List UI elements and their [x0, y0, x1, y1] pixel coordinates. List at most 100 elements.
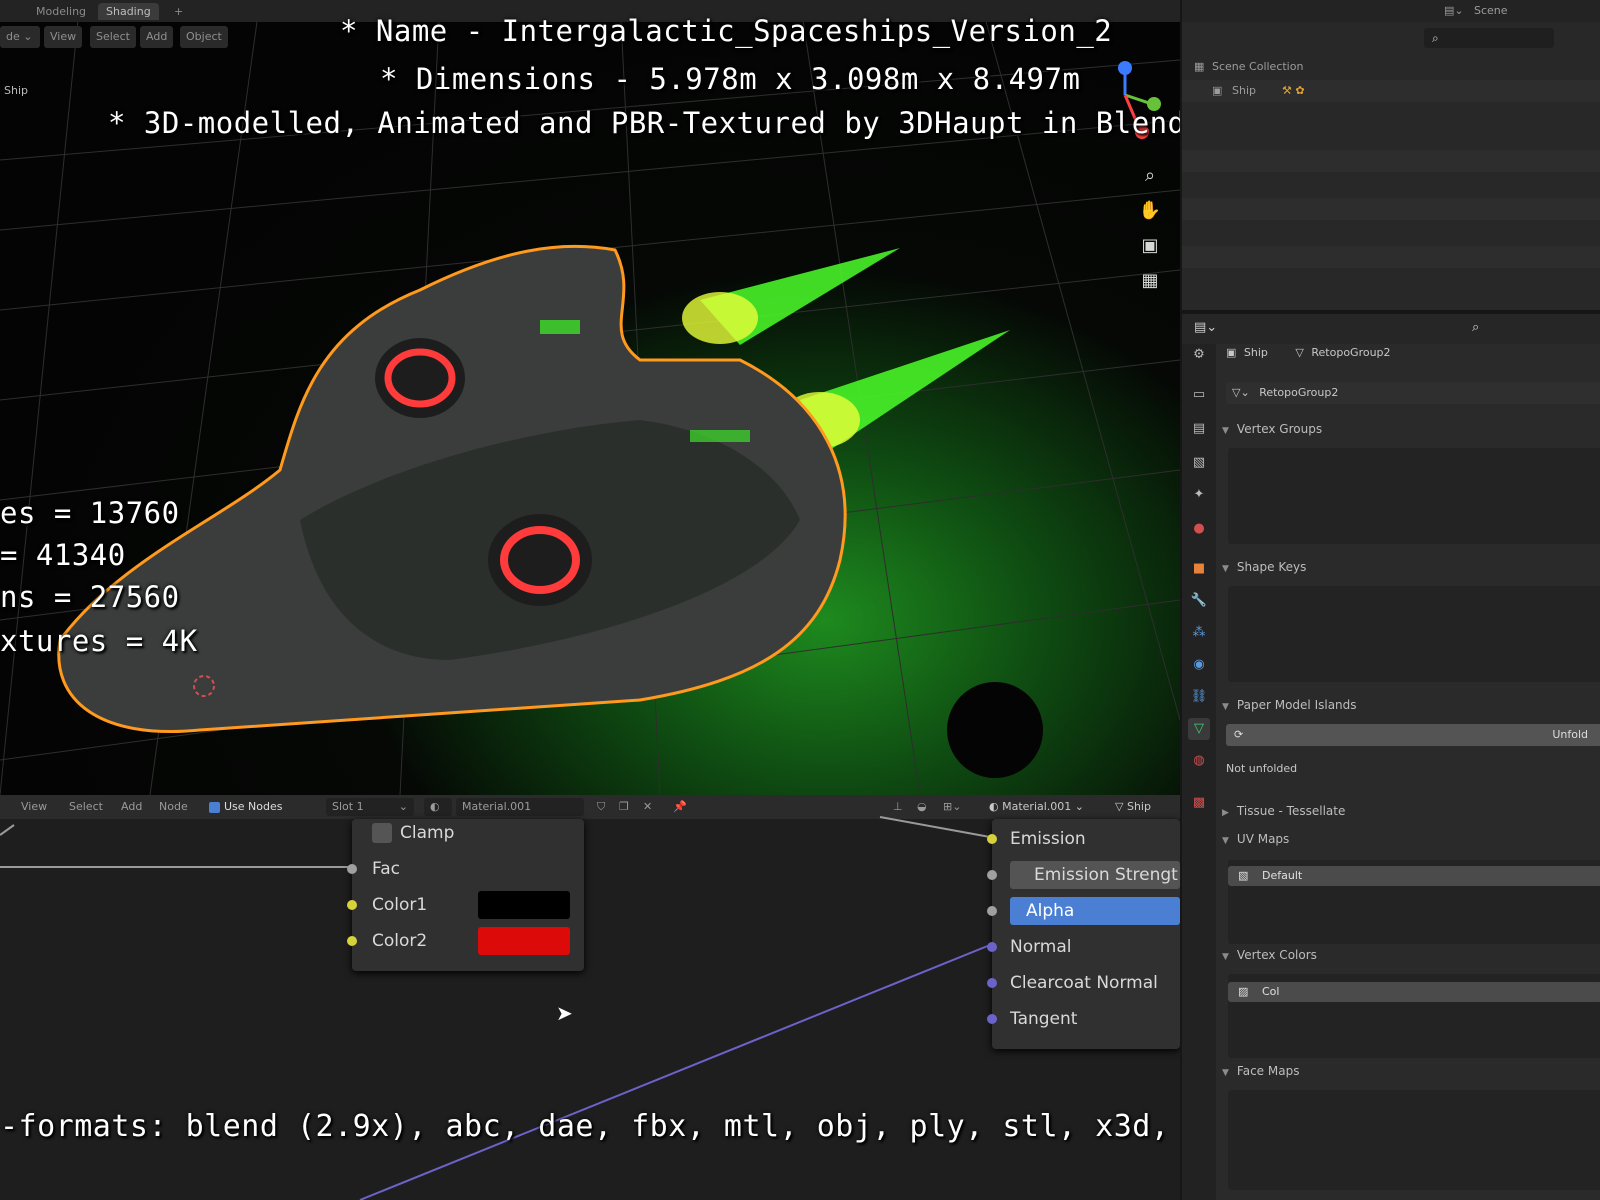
camera-icon[interactable]: ▣ — [1137, 233, 1163, 259]
clamp-label: Clamp — [400, 823, 455, 843]
input-clearcoat-normal[interactable]: Clearcoat Normal — [987, 967, 1180, 999]
not-unfolded-label: Not unfolded — [1226, 762, 1298, 775]
tab-modeling[interactable]: Modeling — [28, 3, 94, 20]
shader-node-editor[interactable]: View Select Add Node Use Nodes Slot 1 ⌄ ◐… — [0, 795, 1180, 1200]
outliner-row-empty — [1182, 246, 1600, 268]
modifier-icons: ⚒ ✿ — [1282, 84, 1305, 97]
outliner-row-empty — [1182, 150, 1600, 172]
scene-tab-icon[interactable]: ✦ — [1188, 484, 1210, 506]
outliner-top-bar: ▤⌄ Scene — [1182, 0, 1600, 22]
input-color2[interactable]: Color2 — [347, 925, 584, 957]
vertex-color-col-row[interactable]: ▨ Col — [1228, 982, 1600, 1002]
panel-paper-model-islands[interactable]: ▼ Paper Model Islands — [1222, 694, 1600, 716]
texture-tab-icon[interactable]: ▩ — [1188, 792, 1210, 814]
expand-triangle-icon: ▼ — [1222, 952, 1229, 962]
outliner-row-empty — [1182, 104, 1600, 126]
breadcrumb-object: Ship — [1243, 346, 1268, 359]
expand-triangle-icon: ▼ — [1222, 836, 1229, 846]
viewport-menu-select[interactable]: Select — [90, 26, 136, 48]
panel-shape-keys[interactable]: ▼ Shape Keys — [1222, 556, 1600, 578]
vertex-color-icon: ▨ — [1238, 985, 1249, 998]
mix-rgb-node[interactable]: Clamp Fac Color1 Color2 — [347, 819, 584, 971]
socket[interactable] — [347, 900, 357, 910]
zoom-icon[interactable]: ⌕ — [1137, 163, 1163, 189]
expand-triangle-icon: ▼ — [1222, 702, 1229, 712]
input-tangent[interactable]: Tangent — [987, 1003, 1180, 1035]
object-icon: ▣ — [1226, 346, 1237, 359]
grid-view-icon[interactable]: ▦ — [1137, 268, 1163, 294]
socket[interactable] — [347, 936, 357, 946]
modifier-tab-icon[interactable]: 🔧 — [1188, 590, 1210, 612]
overlay-stat-triangles: ns = 27560 — [0, 580, 180, 614]
pan-hand-icon[interactable]: ✋ — [1137, 198, 1163, 224]
shape-keys-list[interactable] — [1228, 586, 1600, 682]
tool-tab-icon[interactable]: ⚙ — [1188, 344, 1210, 366]
clamp-checkbox[interactable] — [372, 823, 392, 843]
properties-panel: ⚙ ▭ ▤ ▧ ✦ ● ■ 🔧 ⁂ ◉ ⛓ ▽ ◍ ▩ ▤⌄ ⌕ ▣ Ship … — [1180, 314, 1600, 1200]
particles-tab-icon[interactable]: ⁂ — [1188, 622, 1210, 644]
add-workspace-button[interactable]: + — [166, 3, 191, 20]
scene-label[interactable]: Scene — [1474, 0, 1508, 22]
panel-uv-maps[interactable]: ▼ UV Maps — [1222, 828, 1600, 850]
input-normal[interactable]: Normal — [987, 931, 1180, 963]
output-tab-icon[interactable]: ▤ — [1188, 418, 1210, 440]
input-emission-strength[interactable]: Emission Strengt — [987, 859, 1180, 891]
vertex-groups-list[interactable] — [1228, 448, 1600, 544]
socket[interactable] — [987, 906, 997, 916]
mesh-icon: ▽ — [1295, 346, 1304, 359]
input-color1[interactable]: Color1 — [347, 889, 584, 921]
view-layer-tab-icon[interactable]: ▧ — [1188, 452, 1210, 474]
socket[interactable] — [987, 942, 997, 952]
socket[interactable] — [987, 978, 997, 988]
panel-face-maps[interactable]: ▼ Face Maps — [1222, 1060, 1600, 1082]
outliner-row-scene-collection[interactable]: ▦ Scene Collection — [1182, 56, 1600, 78]
overlay-formats-line: -formats: blend (2.9x), abc, dae, fbx, m… — [0, 1109, 1180, 1144]
outliner-search-input[interactable]: ⌕ — [1424, 28, 1554, 48]
physics-tab-icon[interactable]: ◉ — [1188, 654, 1210, 676]
properties-search-icon[interactable]: ⌕ — [1472, 320, 1479, 335]
mode-dropdown[interactable]: de ⌄ — [0, 26, 40, 48]
overlay-stat-edges: = 41340 — [0, 538, 126, 572]
socket[interactable] — [347, 864, 357, 874]
object-tab-icon[interactable]: ■ — [1188, 558, 1210, 580]
expand-triangle-icon: ▼ — [1222, 1068, 1229, 1078]
viewport-menu-add[interactable]: Add — [140, 26, 174, 48]
breadcrumb: ▣ Ship ▽ RetopoGroup2 — [1226, 342, 1391, 364]
input-alpha[interactable]: Alpha — [987, 895, 1180, 927]
expand-triangle-icon: ▼ — [1222, 426, 1229, 436]
uv-map-default-row[interactable]: ▧ Default — [1228, 866, 1600, 886]
panel-tissue-tessellate[interactable]: ▶ Tissue - Tessellate — [1222, 800, 1600, 822]
scene-icon: ▤⌄ — [1444, 4, 1464, 17]
properties-tab-column: ⚙ ▭ ▤ ▧ ✦ ● ■ 🔧 ⁂ ◉ ⛓ ▽ ◍ ▩ — [1182, 314, 1216, 1200]
socket[interactable] — [987, 870, 997, 880]
world-tab-icon[interactable]: ● — [1188, 518, 1210, 540]
unfold-button[interactable]: ⟳ Unfold — [1226, 724, 1600, 746]
viewport-menu-object[interactable]: Object — [180, 26, 228, 48]
outliner-row-ship[interactable]: ▣ Ship ⚒ ✿ — [1182, 80, 1600, 102]
panel-vertex-colors[interactable]: ▼ Vertex Colors — [1222, 944, 1600, 966]
overlay-credits-line: * 3D-modelled, Animated and PBR-Textured… — [108, 106, 1180, 140]
socket[interactable] — [987, 1014, 997, 1024]
render-tab-icon[interactable]: ▭ — [1188, 384, 1210, 406]
overlay-name-line: * Name - Intergalactic_Spaceships_Versio… — [340, 14, 1113, 48]
color1-swatch[interactable] — [478, 891, 570, 919]
mesh-datablock-field[interactable]: ▽⌄ RetopoGroup2 — [1226, 382, 1600, 404]
face-maps-list[interactable] — [1228, 1090, 1600, 1190]
3d-viewport[interactable]: Modeling Shading + de ⌄ View Select Add … — [0, 0, 1180, 795]
material-tab-icon[interactable]: ◍ — [1188, 750, 1210, 772]
editor-type-icon[interactable]: ▤⌄ — [1194, 320, 1217, 335]
principled-bsdf-node[interactable]: Emission Emission Strengt Alpha Normal C… — [987, 819, 1180, 1049]
mesh-icon: ▽⌄ — [1232, 386, 1250, 399]
tab-shading[interactable]: Shading — [98, 3, 159, 20]
object-icon: ▣ — [1212, 84, 1223, 97]
outliner-panel: ▤⌄ Scene ⌕ ▦ Scene Collection ▣ Ship ⚒ ✿ — [1180, 0, 1600, 310]
viewport-menu-view[interactable]: View — [44, 26, 83, 48]
socket[interactable] — [987, 834, 997, 844]
input-fac[interactable]: Fac — [347, 853, 584, 885]
input-emission[interactable]: Emission — [987, 823, 1180, 855]
mouse-cursor-icon: ➤ — [556, 1001, 573, 1025]
constraints-tab-icon[interactable]: ⛓ — [1188, 686, 1210, 708]
color2-swatch[interactable] — [478, 927, 570, 955]
mesh-data-tab-icon[interactable]: ▽ — [1188, 718, 1210, 740]
panel-vertex-groups[interactable]: ▼ Vertex Groups — [1222, 418, 1600, 440]
